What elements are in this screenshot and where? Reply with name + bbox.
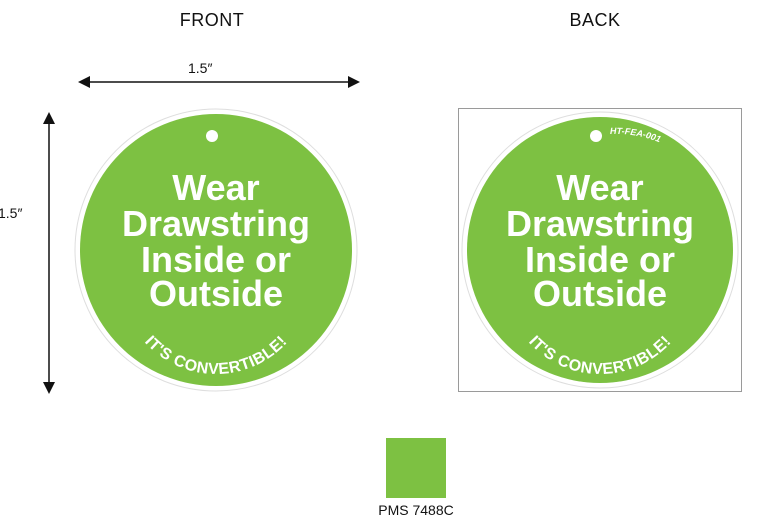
tag-line-2: Drawstring [506,203,694,244]
back-panel-label: BACK [569,10,621,30]
front-panel-label: FRONT [179,10,245,30]
tag-line-1: Wear [556,167,643,208]
swatch-label: PMS 7488C [378,502,454,518]
width-dimension-arrow [78,76,360,88]
tag-line-4: Outside [533,273,667,314]
tag-line-2: Drawstring [122,203,310,244]
back-hangtag: HT-FEA-001 Wear Drawstring Inside or Out… [458,108,742,392]
color-swatch [386,438,446,498]
width-dimension-label: 1.5″ [188,60,213,76]
tag-line-4: Outside [149,273,283,314]
height-dimension-arrow [43,112,55,394]
front-hangtag: Wear Drawstring Inside or Outside IT'S C… [74,108,358,392]
tag-hole [590,130,602,142]
height-dimension-label: 1.5″ [0,205,23,221]
tag-hole [206,130,218,142]
tag-line-1: Wear [172,167,259,208]
